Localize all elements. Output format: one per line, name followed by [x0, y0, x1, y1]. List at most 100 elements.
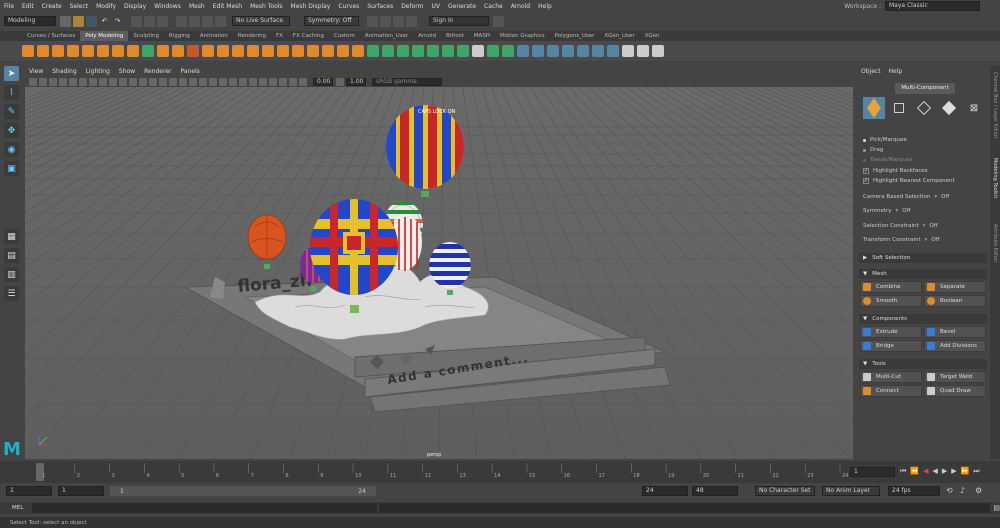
sign-in-button[interactable]: Sign In	[429, 16, 489, 26]
mel-label[interactable]: MEL	[12, 505, 28, 511]
shelf-tab-mash[interactable]: MASH	[469, 31, 495, 41]
unfold-icon[interactable]	[592, 45, 604, 57]
viewport-menu-shading[interactable]: Shading	[52, 68, 76, 75]
menu-cache[interactable]: Cache	[484, 3, 503, 10]
playback-end-field[interactable]: 24	[642, 486, 688, 496]
grid-icon[interactable]	[89, 77, 97, 86]
step-forward-icon[interactable]: ▶	[951, 467, 956, 476]
end-time-field[interactable]: 48	[692, 486, 738, 496]
auto-key-icon[interactable]: ⟲	[946, 486, 953, 495]
offset-loop-icon[interactable]	[427, 45, 439, 57]
shelf-tab-rendering[interactable]: Rendering	[233, 31, 271, 41]
center-pivot-icon[interactable]	[622, 45, 634, 57]
film-gate-icon[interactable]	[99, 77, 107, 86]
svg-icon[interactable]	[187, 45, 199, 57]
tab-channel-box[interactable]: Channel Box / Layer Editor	[992, 72, 998, 152]
highlight-backfaces-option[interactable]: ✓ Highlight Backfaces	[863, 168, 928, 174]
insert-loop-icon[interactable]	[442, 45, 454, 57]
smooth-button[interactable]: Smooth	[860, 295, 922, 307]
tweak-radio[interactable]	[863, 158, 866, 162]
sound-icon[interactable]: ♪	[960, 486, 965, 495]
combine-button[interactable]: Combine	[860, 281, 922, 293]
wireframe-icon[interactable]	[159, 77, 167, 86]
playback-start-field[interactable]: 1	[58, 486, 104, 496]
xray-active-icon[interactable]	[279, 77, 287, 86]
resolution-gate-icon[interactable]	[109, 77, 117, 86]
shelf-tab-animation[interactable]: Animation	[195, 31, 233, 41]
highlight-backfaces-checkbox[interactable]: ✓	[863, 168, 869, 174]
viewport-menu-renderer[interactable]: Renderer	[144, 68, 171, 75]
cylinder-icon[interactable]	[52, 45, 64, 57]
outliner-view-icon[interactable]: ☰	[4, 286, 19, 301]
connect-button[interactable]: Connect	[860, 385, 922, 397]
snap-surface-icon[interactable]	[215, 15, 226, 27]
quad-draw-icon[interactable]	[412, 45, 424, 57]
menu-help[interactable]: Help	[538, 3, 552, 10]
image-plane-icon[interactable]	[59, 77, 67, 86]
cube-icon[interactable]	[37, 45, 49, 57]
boolean-icon[interactable]	[247, 45, 259, 57]
go-start-icon[interactable]: ⏮	[900, 467, 906, 476]
settings-icon[interactable]	[493, 15, 504, 27]
separate-icon[interactable]	[217, 45, 229, 57]
tools-section[interactable]: ▼ Tools	[859, 359, 987, 369]
live-surface-field[interactable]: No Live Surface	[232, 16, 290, 26]
save-scene-icon[interactable]	[86, 15, 97, 27]
add-divisions-button[interactable]: Add Divisions	[924, 340, 986, 352]
superellipse-icon[interactable]	[142, 45, 154, 57]
boolean-button[interactable]: Boolean	[924, 295, 986, 307]
menu-mesh[interactable]: Mesh	[189, 3, 205, 10]
shelf-tab-xgen[interactable]: XGen	[640, 31, 665, 41]
collapse-icon[interactable]	[352, 45, 364, 57]
menu-windows[interactable]: Windows	[154, 3, 181, 10]
step-back-key-icon[interactable]: ⏪	[910, 467, 919, 476]
multi-cut-button[interactable]: Multi-Cut	[860, 371, 922, 383]
torus-icon[interactable]	[82, 45, 94, 57]
edge-mode-icon[interactable]	[913, 97, 935, 119]
shelf-tab-xgen-user[interactable]: XGen_User	[599, 31, 639, 41]
anim-layer-dropdown[interactable]: No Anim Layer	[822, 486, 880, 496]
shelf-tab-polygons-user[interactable]: Polygons_User	[550, 31, 600, 41]
redo-icon[interactable]: ↷	[112, 16, 123, 27]
face-mode-icon[interactable]	[938, 97, 960, 119]
safe-title-icon[interactable]	[149, 77, 157, 86]
range-bar[interactable]: 1 24	[110, 486, 376, 496]
camera-attributes-icon[interactable]	[39, 77, 47, 86]
selection-constraint-row[interactable]: Selection Constraint ▾ Off	[863, 223, 938, 229]
field-chart-icon[interactable]	[129, 77, 137, 86]
depth-of-field-icon[interactable]	[249, 77, 257, 86]
bookmark-icon[interactable]	[49, 77, 57, 86]
snap-grid-icon[interactable]	[176, 15, 187, 27]
viewport-menu-lighting[interactable]: Lighting	[86, 68, 110, 75]
four-view-icon[interactable]: ▤	[4, 248, 19, 263]
extrude-button[interactable]: Extrude	[860, 326, 922, 338]
scale-tool-icon[interactable]: ▣	[4, 161, 19, 176]
select-hierarchy-icon[interactable]	[131, 15, 142, 27]
smooth-icon[interactable]	[232, 45, 244, 57]
fps-dropdown[interactable]: 24 fps	[888, 486, 940, 496]
menu-create[interactable]: Create	[42, 3, 62, 10]
viewport-menu-show[interactable]: Show	[119, 68, 135, 75]
screen-space-ao-icon[interactable]	[219, 77, 227, 86]
select-tool-icon[interactable]: ➤	[4, 66, 19, 81]
select-component-icon[interactable]	[157, 15, 168, 27]
paint-select-icon[interactable]: ✎	[4, 104, 19, 119]
xray-icon[interactable]	[269, 77, 277, 86]
menu-mesh-display[interactable]: Mesh Display	[291, 3, 331, 10]
shelf-tab-custom[interactable]: Custom	[329, 31, 360, 41]
uv-editor-icon[interactable]	[517, 45, 529, 57]
tweak-option[interactable]: Tweak/Marquee	[863, 157, 913, 163]
step-back-icon[interactable]: ◀	[923, 467, 928, 476]
transform-constraint-row[interactable]: Transform Constraint ▾ Off	[863, 237, 940, 243]
cut-uv-icon[interactable]	[562, 45, 574, 57]
append-icon[interactable]	[307, 45, 319, 57]
menu-deform[interactable]: Deform	[401, 3, 423, 10]
xray-joints-icon[interactable]	[289, 77, 297, 86]
pick-marquee-option[interactable]: Pick/Marquee	[863, 137, 907, 143]
extrude-icon[interactable]	[262, 45, 274, 57]
bevel-button[interactable]: Bevel	[924, 326, 986, 338]
pick-radio[interactable]	[863, 138, 866, 142]
tab-modeling-toolkit[interactable]: Modeling Toolkit	[992, 158, 998, 218]
drag-radio[interactable]	[863, 148, 866, 152]
play-forward-icon[interactable]: ▶	[942, 467, 947, 476]
